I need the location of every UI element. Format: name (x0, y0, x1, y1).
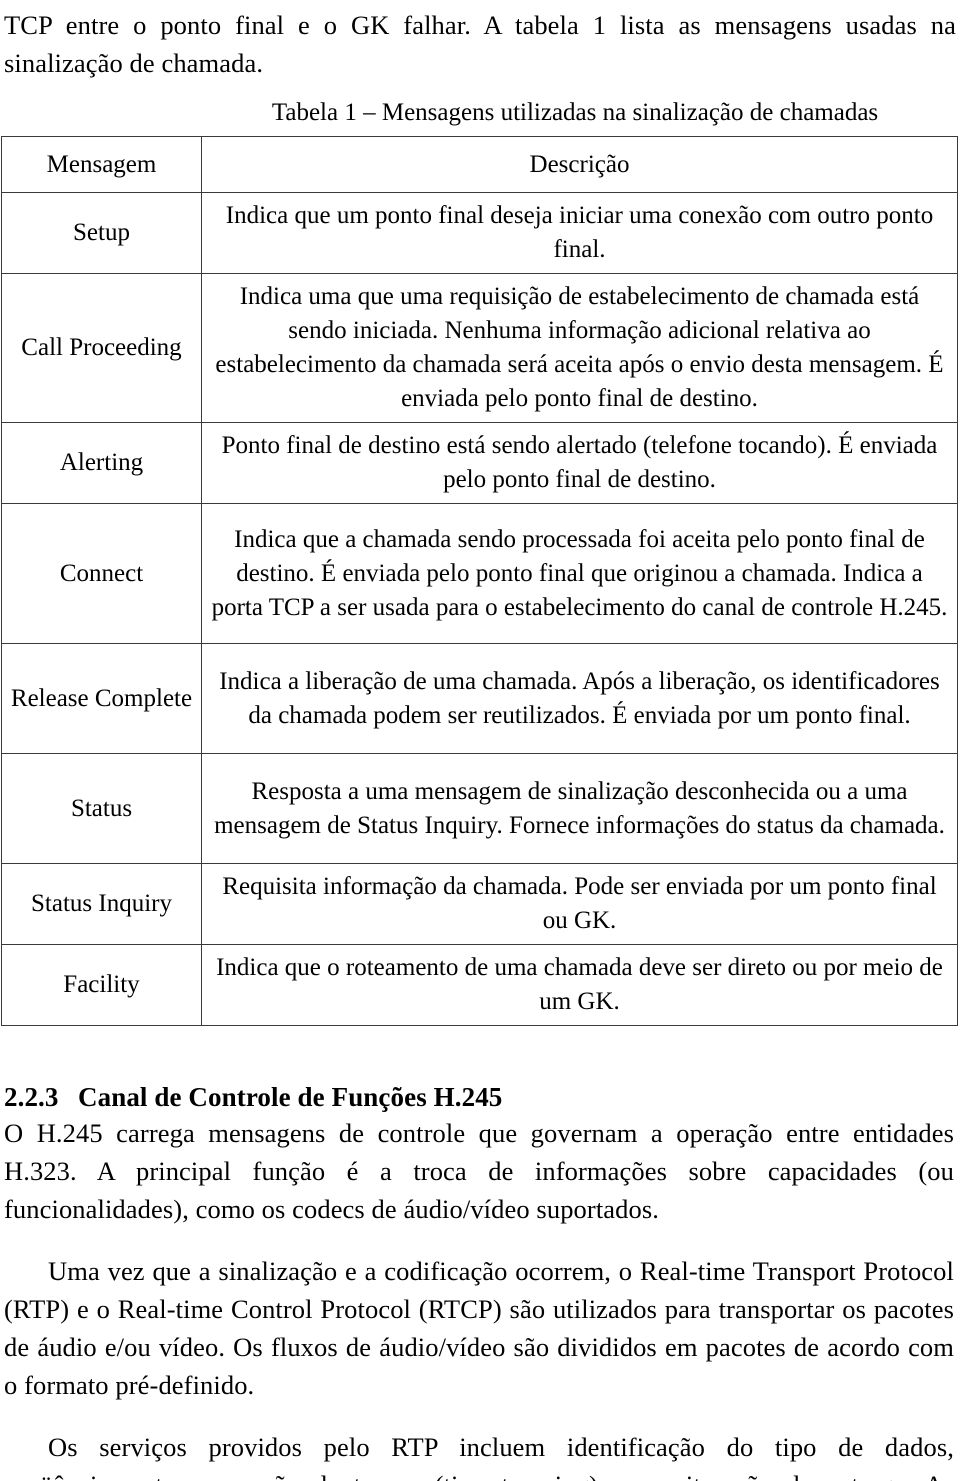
section-number: 2.2.3 (4, 1082, 59, 1112)
table-header-row: Mensagem Descrição (1, 136, 958, 193)
table-row: Call Proceeding Indica uma que uma requi… (1, 273, 958, 423)
table-row: Setup Indica que um ponto final deseja i… (1, 192, 958, 274)
cell-message: Setup (1, 192, 202, 274)
cell-message: Facility (1, 944, 202, 1026)
table-row: Status Inquiry Requisita informação da c… (1, 863, 958, 945)
document-page: TCP entre o ponto final e o GK falhar. A… (0, 0, 960, 1481)
cell-message: Alerting (1, 422, 202, 504)
cell-description: Resposta a uma mensagem de sinalização d… (201, 753, 958, 864)
column-header-mensagem: Mensagem (1, 136, 202, 193)
cell-message: Status (1, 753, 202, 864)
cell-description: Ponto final de destino está sendo alerta… (201, 422, 958, 504)
cell-description: Indica que o roteamento de uma chamada d… (201, 944, 958, 1026)
body-paragraph-1: O H.245 carrega mensagens de controle qu… (4, 1118, 954, 1224)
cell-message: Status Inquiry (1, 863, 202, 945)
table-row: Facility Indica que o roteamento de uma … (1, 944, 958, 1026)
column-header-descricao: Descrição (201, 136, 958, 193)
table-row: Alerting Ponto final de destino está sen… (1, 422, 958, 504)
cell-message: Connect (1, 503, 202, 644)
cell-description: Indica uma que uma requisição de estabel… (201, 273, 958, 423)
cell-description: Indica que um ponto final deseja iniciar… (201, 192, 958, 274)
body-paragraph-3: Os serviços providos pelo RTP incluem id… (4, 1432, 954, 1481)
table-row: Status Resposta a uma mensagem de sinali… (1, 753, 958, 864)
section-title: Canal de Controle de Funções H.245 (78, 1082, 503, 1112)
body-paragraph-2: Uma vez que a sinalização e a codificaçã… (4, 1256, 954, 1400)
table-row: Release Complete Indica a liberação de u… (1, 643, 958, 754)
table-caption: Tabela 1 – Mensagens utilizadas na sinal… (271, 99, 879, 126)
signaling-messages-table: Mensagem Descrição Setup Indica que um p… (1, 136, 958, 1026)
section-heading: 2.2.3 Canal de Controle de Funções H.245 (0, 1080, 960, 1114)
cell-message: Call Proceeding (1, 273, 202, 423)
cell-message: Release Complete (1, 643, 202, 754)
intro-paragraph: TCP entre o ponto final e o GK falhar. A… (4, 10, 956, 78)
cell-description: Indica que a chamada sendo processada fo… (201, 503, 958, 644)
cell-description: Requisita informação da chamada. Pode se… (201, 863, 958, 945)
cell-description: Indica a liberação de uma chamada. Após … (201, 643, 958, 754)
table-row: Connect Indica que a chamada sendo proce… (1, 503, 958, 644)
